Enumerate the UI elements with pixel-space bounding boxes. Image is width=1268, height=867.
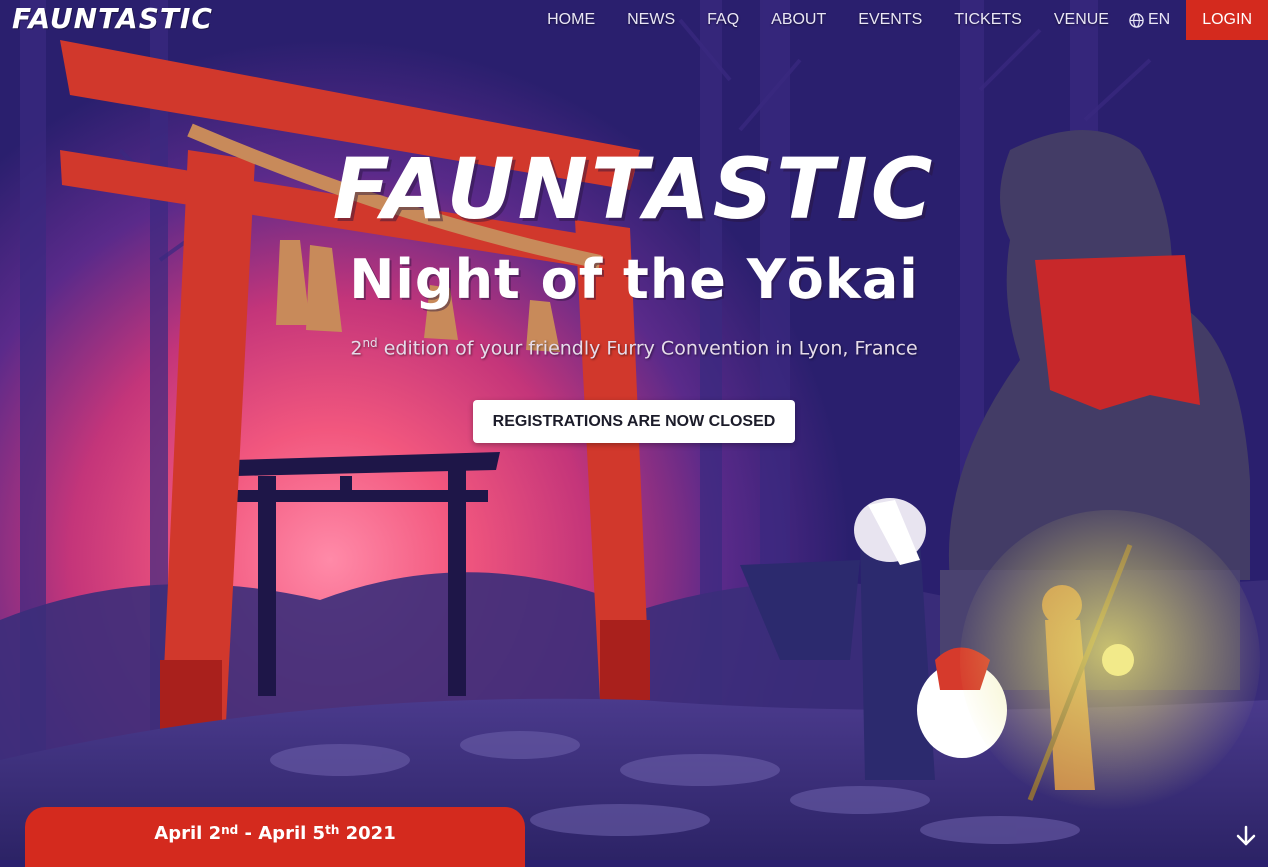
date-start: April 2 — [154, 823, 222, 844]
tagline-ordinal-suffix: nd — [362, 336, 378, 350]
date-end: April 5 — [258, 823, 326, 844]
login-button[interactable]: LOGIN — [1186, 0, 1268, 40]
nav-links: HOME NEWS FAQ ABOUT EVENTS TICKETS VENUE… — [531, 0, 1268, 40]
date-year: 2021 — [339, 823, 396, 844]
nav-venue[interactable]: VENUE — [1038, 0, 1125, 40]
language-selector[interactable]: EN — [1125, 0, 1186, 40]
date-start-suffix: nd — [221, 823, 239, 837]
globe-icon — [1129, 12, 1144, 28]
nav-tickets[interactable]: TICKETS — [938, 0, 1038, 40]
event-dates-tab: April 2nd - April 5th 2021 — [25, 807, 525, 867]
tagline-text: edition of your friendly Furry Conventio… — [377, 337, 918, 360]
hero-subtitle: Night of the Yōkai — [349, 248, 919, 311]
date-separator: - — [238, 823, 259, 844]
nav-faq[interactable]: FAQ — [691, 0, 755, 40]
brand-logo[interactable]: FAUNTASTIC — [12, 2, 213, 35]
hero-title: FAUNTASTIC — [332, 140, 936, 238]
hero-tagline: 2nd edition of your friendly Furry Conve… — [0, 336, 1268, 359]
arrow-down-icon[interactable] — [1234, 824, 1258, 848]
date-end-suffix: th — [325, 823, 340, 837]
language-label: EN — [1147, 11, 1171, 28]
nav-news[interactable]: NEWS — [611, 0, 691, 40]
tagline-ordinal: 2 — [350, 337, 363, 360]
nav-events[interactable]: EVENTS — [842, 0, 938, 40]
nav-about[interactable]: ABOUT — [755, 0, 842, 40]
nav-home[interactable]: HOME — [531, 0, 611, 40]
top-navbar: FAUNTASTIC HOME NEWS FAQ ABOUT EVENTS TI… — [0, 0, 1268, 42]
registrations-closed-button[interactable]: REGISTRATIONS ARE NOW CLOSED — [473, 400, 795, 443]
